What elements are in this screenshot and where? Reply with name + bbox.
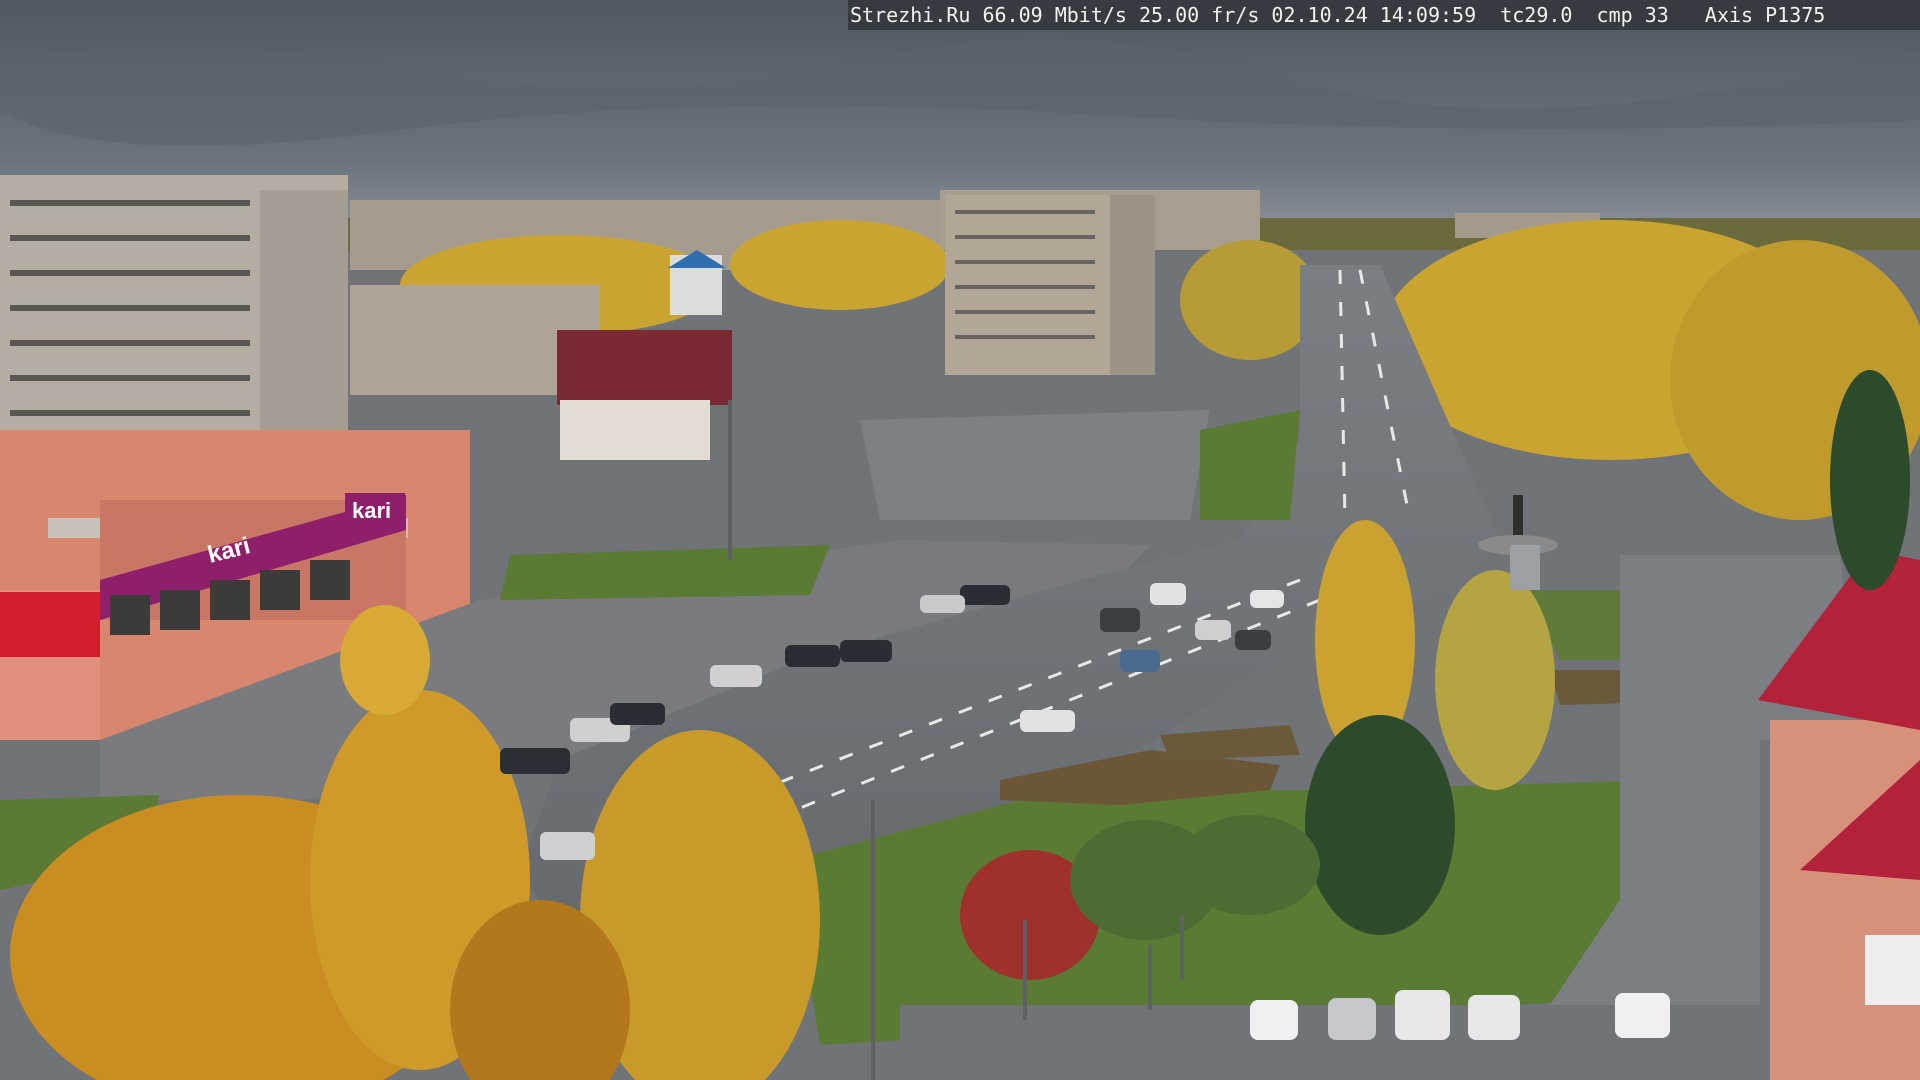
webcam-scene: kari kari — [0, 0, 1920, 1080]
red-roof-house — [557, 330, 732, 405]
plaza — [860, 410, 1210, 520]
tower-building — [945, 195, 1155, 375]
red-roof-house-wall — [560, 400, 710, 460]
kari-sign-top: kari — [352, 498, 391, 523]
camera-info-overlay: Strezhi.Ru 66.09 Mbit/s 25.00 fr/s 02.10… — [848, 0, 1920, 30]
